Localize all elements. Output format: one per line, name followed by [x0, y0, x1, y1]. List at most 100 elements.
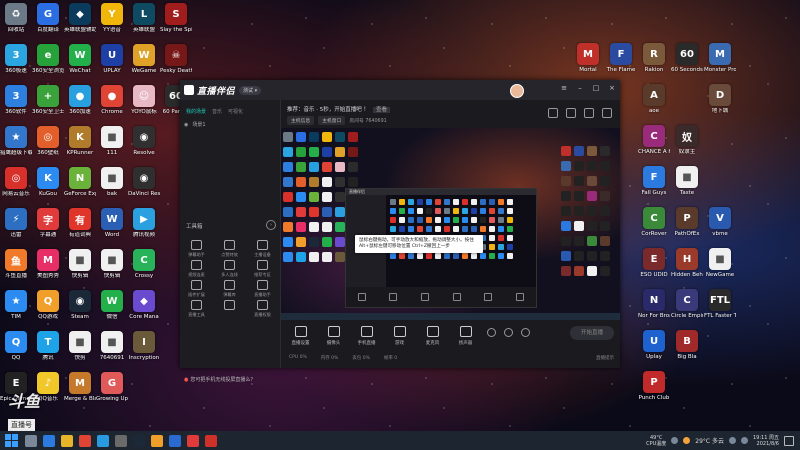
- desktop-icon[interactable]: ☠ Pesky Death: [160, 41, 192, 82]
- clock-icon[interactable]: [504, 328, 513, 337]
- tool-item[interactable]: 点赞特效: [213, 240, 246, 260]
- desktop-icon[interactable]: 字字幕通: [32, 205, 64, 246]
- taskbar-app-icon[interactable]: [187, 434, 199, 447]
- desktop-icon[interactable]: ● Chrome: [96, 82, 128, 123]
- desktop-icon[interactable]: 鱼斗鱼直播: [0, 246, 32, 287]
- desktop-icon[interactable]: P PathOfEx: [671, 204, 703, 245]
- app-titlebar[interactable]: 直播伴侣 测试 ▾ ≡ – □ ×: [180, 80, 620, 100]
- phone-live-button[interactable]: 手机直播: [353, 326, 380, 346]
- tools-more-icon[interactable]: ›: [266, 220, 276, 230]
- minimize-icon[interactable]: –: [576, 84, 584, 92]
- desktop-icon[interactable]: P Punch Club: [638, 368, 670, 409]
- desktop-icon[interactable]: M 美图秀秀: [32, 246, 64, 287]
- desktop-icon[interactable]: F Fall Guys: [638, 163, 670, 204]
- desktop-icon[interactable]: ■ 快剪辑: [96, 246, 128, 287]
- taskbar-app-icon[interactable]: [169, 434, 181, 447]
- taskbar-app-icon[interactable]: [43, 434, 55, 447]
- desktop-icon[interactable]: ◆ Core Mana: [128, 287, 160, 328]
- desktop-icon[interactable]: G Growing Up: [96, 369, 128, 410]
- desktop-icon[interactable]: ● 360加速: [64, 82, 96, 123]
- start-button[interactable]: [3, 433, 19, 449]
- desktop-icon[interactable]: W Word: [96, 205, 128, 246]
- desktop-icon[interactable]: D 地下城: [704, 81, 736, 122]
- tool-item[interactable]: 多人连线: [213, 260, 246, 280]
- volume-icon[interactable]: [741, 437, 748, 444]
- eye-icon[interactable]: ◉: [184, 122, 188, 128]
- network-icon[interactable]: [729, 437, 736, 444]
- desktop-icon[interactable]: ◎ 360壁纸: [32, 123, 64, 164]
- tool-item[interactable]: [213, 300, 246, 320]
- desktop-icon[interactable]: C CHANCE A Humanize: [638, 122, 670, 163]
- desktop-icon[interactable]: W WeGame: [128, 41, 160, 82]
- desktop-icon[interactable]: U Uplay: [638, 327, 670, 368]
- desktop-icon[interactable]: ☺ YOYO鼠标: [128, 82, 160, 123]
- taskbar-app-icon[interactable]: [79, 434, 91, 447]
- desktop-icon[interactable]: 3 360软件: [0, 82, 32, 123]
- desktop-icon[interactable]: L 英雄联盟: [128, 0, 160, 41]
- desktop-icon[interactable]: Q QQ: [0, 328, 32, 369]
- mode-dropdown[interactable]: 测试 ▾: [239, 85, 262, 95]
- tray-icon[interactable]: [671, 437, 679, 444]
- tool-item[interactable]: 弹幕库: [213, 280, 246, 300]
- desktop-icon[interactable]: ◉ Resolve: [128, 123, 160, 164]
- tab-visual[interactable]: 可视化: [228, 108, 243, 115]
- desktop-icon[interactable]: ★ TIM: [0, 287, 32, 328]
- taskbar-app-icon[interactable]: [97, 434, 109, 447]
- desktop-icon[interactable]: N Nor For Broadcast: [638, 286, 670, 327]
- scene-item[interactable]: ◉ 场景1: [180, 115, 280, 134]
- settings-icon[interactable]: [584, 108, 594, 118]
- cpu-temp-widget[interactable]: 49°C CPU温度: [646, 435, 666, 447]
- sidebar-hint[interactable]: ● 您可把手机无线投屏直播么？: [184, 376, 255, 383]
- tool-item[interactable]: 主播设备: [246, 240, 279, 260]
- desktop-icon[interactable]: ■ NewGame: [704, 245, 736, 286]
- desktop-icon[interactable]: 奴奴隶主: [671, 122, 703, 163]
- menu-icon[interactable]: ≡: [560, 84, 568, 92]
- game-button[interactable]: 游戏: [386, 326, 413, 346]
- desktop-icon[interactable]: N GeForce Experience: [64, 164, 96, 205]
- start-live-button[interactable]: 开始直播: [570, 326, 614, 340]
- desktop-icon[interactable]: F The Flame: [605, 40, 637, 81]
- taskbar-app-icon[interactable]: [25, 434, 37, 447]
- streaming-app-window[interactable]: 直播伴侣 测试 ▾ ≡ – □ × 我的场景 音乐 可视化 ◉ 场景1 工具箱 …: [180, 80, 620, 383]
- tab-music[interactable]: 音乐: [212, 108, 222, 115]
- tool-item[interactable]: 推荐专区: [246, 260, 279, 280]
- desktop-icon[interactable]: ◎ 网易云音乐: [0, 164, 32, 205]
- camera-button[interactable]: 摄像头: [320, 326, 347, 346]
- desktop-icon[interactable]: ■ 快剪辑: [64, 246, 96, 287]
- microphone-button[interactable]: 麦克风: [419, 326, 446, 346]
- notification-icon[interactable]: [784, 435, 794, 446]
- taskbar-app-icon[interactable]: [151, 434, 163, 447]
- tool-item[interactable]: 弹幕助手: [180, 240, 213, 260]
- desktop-icon[interactable]: S Slay the Spire: [160, 0, 192, 41]
- notice-tag[interactable]: 查看: [373, 107, 391, 113]
- desktop-icon[interactable]: M Monster Prom: [704, 40, 736, 81]
- desktop-icon[interactable]: ■ 111: [96, 123, 128, 164]
- desktop-icon[interactable]: ⚡ 迅雷: [0, 205, 32, 246]
- desktop-icon[interactable]: M Mortal: [572, 40, 604, 81]
- tool-item[interactable]: 插件扩展: [180, 280, 213, 300]
- tool-item[interactable]: 直播工具: [180, 300, 213, 320]
- live-preview[interactable]: 直播伴侣 鼠标右键拖动，可手动放大和缩放，拖动调整大小。按住Alt+鼠标左键可移…: [281, 128, 620, 320]
- desktop-icon[interactable]: e 360安全浏览器: [32, 41, 64, 82]
- desktop-icon[interactable]: C Crossy: [128, 246, 160, 287]
- desktop-icon[interactable]: 3 360极速: [0, 41, 32, 82]
- desktop-icon[interactable]: 有有道词典: [64, 205, 96, 246]
- desktop-icon[interactable]: ■ 7640691: [96, 328, 128, 369]
- layout-icon[interactable]: [548, 108, 558, 118]
- weather-text[interactable]: 29°C 多云: [695, 436, 724, 445]
- speaker-button[interactable]: 扬声器: [452, 326, 479, 346]
- desktop-icon[interactable]: R Rakion: [638, 40, 670, 81]
- tool-item[interactable]: 直播助手: [246, 280, 279, 300]
- desktop-icon[interactable]: ★ 猎鹰超级下载: [0, 123, 32, 164]
- live-settings-button[interactable]: 直播设置: [287, 326, 314, 346]
- tab-my-scenes[interactable]: 我的场景: [186, 108, 206, 115]
- desktop-icon[interactable]: T 腾讯: [32, 328, 64, 369]
- taskbar-app-icon[interactable]: [205, 434, 217, 447]
- desktop-icon[interactable]: ■ Taste: [671, 163, 703, 204]
- share-icon[interactable]: [566, 108, 576, 118]
- chip-host-info[interactable]: 主机信息: [287, 116, 315, 125]
- desktop-icon[interactable]: ■ 快剪: [64, 328, 96, 369]
- desktop-icon[interactable]: Y YY语音: [96, 0, 128, 41]
- desktop-icon[interactable]: 60 60 Seconds Reatomized: [671, 40, 703, 81]
- maximize-icon[interactable]: □: [592, 84, 600, 92]
